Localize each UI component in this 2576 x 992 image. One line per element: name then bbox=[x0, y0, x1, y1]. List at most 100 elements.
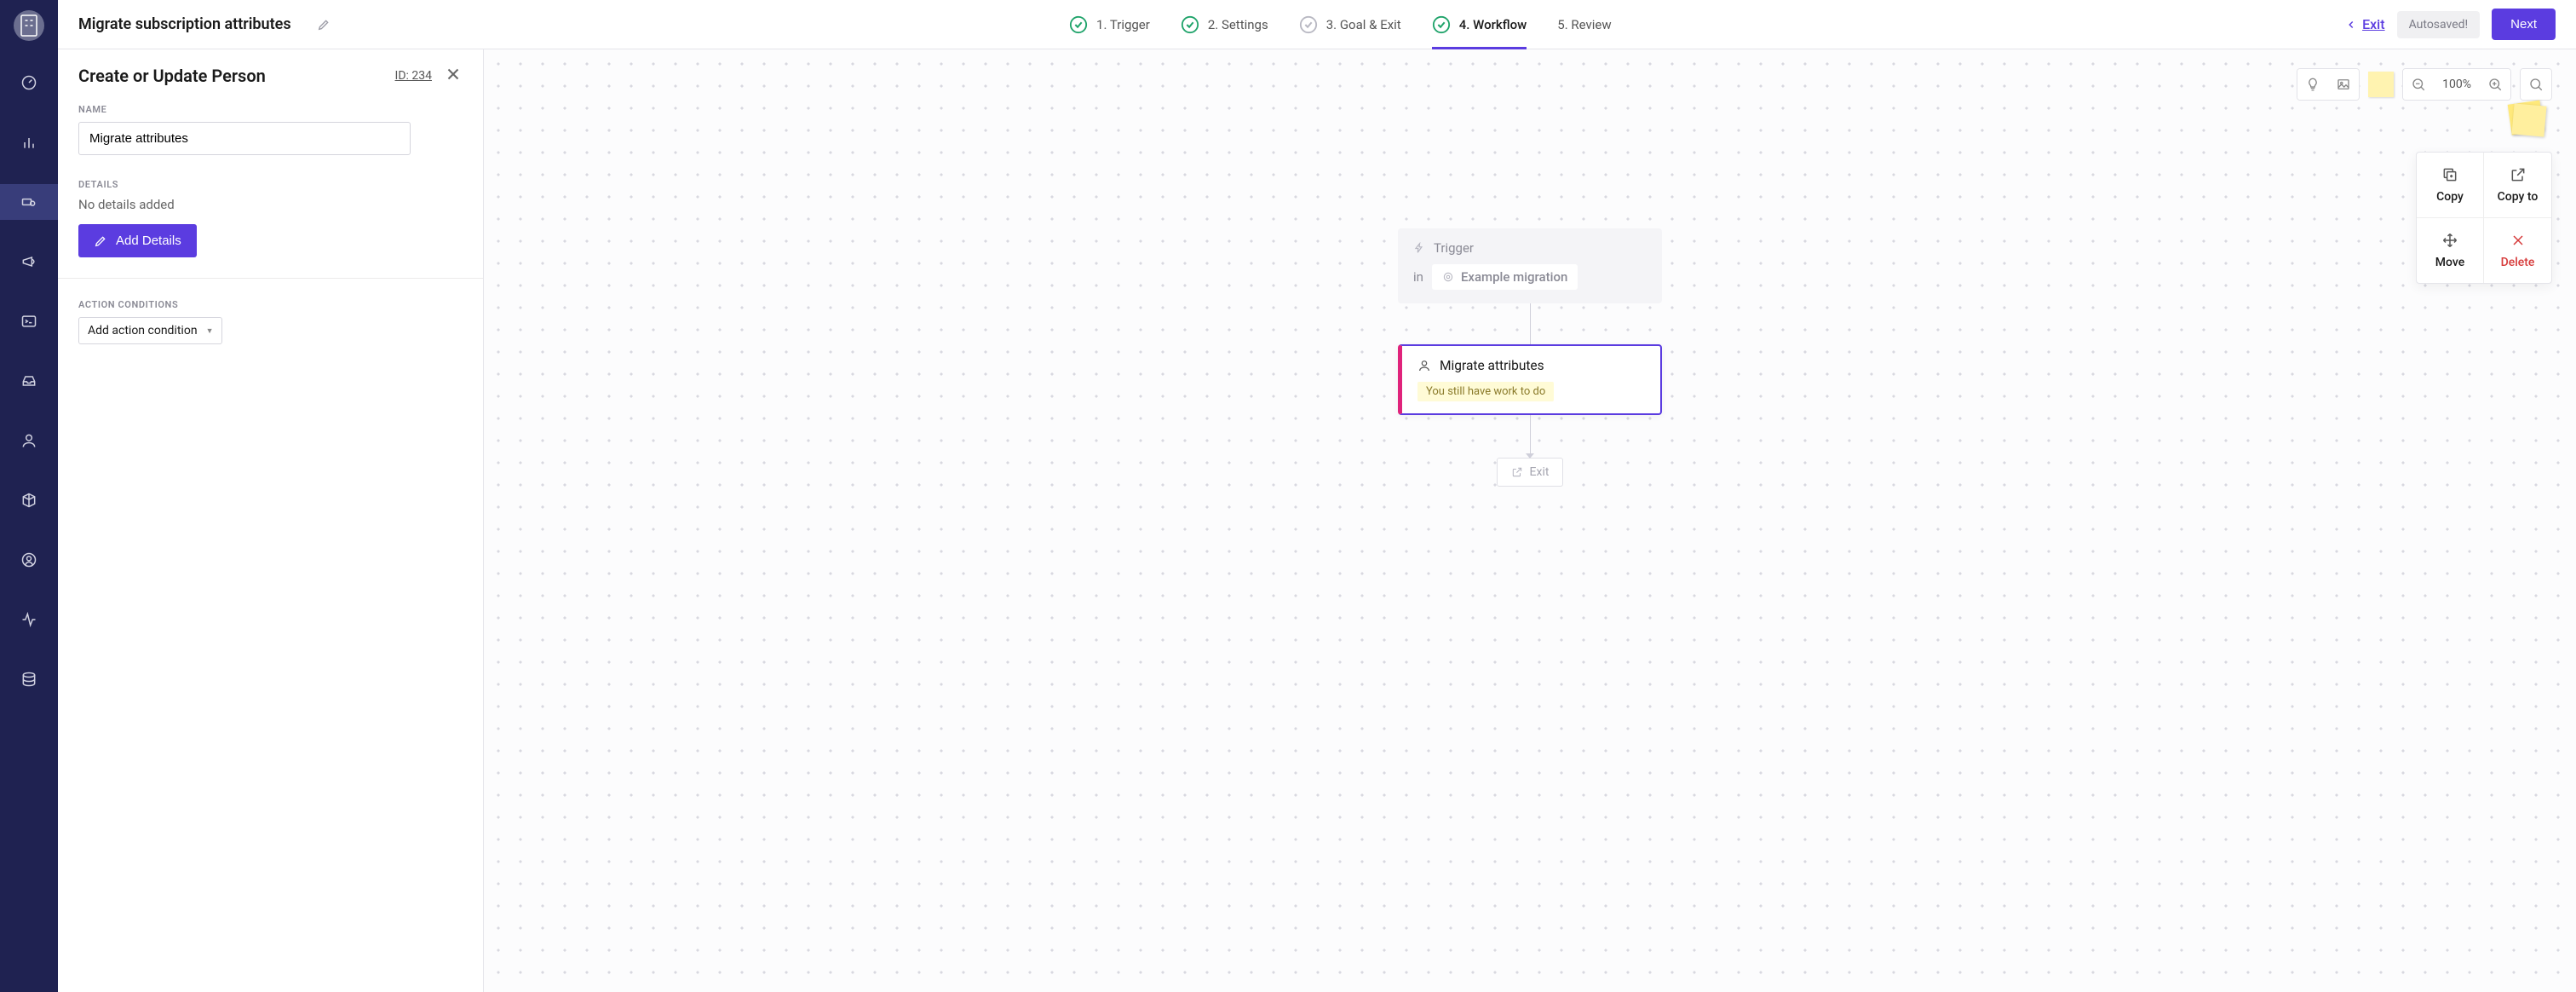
target-icon bbox=[1442, 271, 1454, 283]
name-label: NAME bbox=[78, 104, 463, 115]
cube-icon bbox=[20, 492, 37, 509]
topbar-actions: Exit Autosaved! Next bbox=[2345, 9, 2556, 40]
inbox-icon bbox=[20, 372, 37, 389]
segment-name: Example migration bbox=[1461, 269, 1567, 285]
search-canvas-button[interactable] bbox=[2521, 69, 2551, 100]
copy-label: Copy bbox=[2436, 190, 2464, 204]
exit-label: Exit bbox=[2362, 16, 2385, 32]
workspace-logo[interactable] bbox=[14, 10, 44, 41]
autosaved-badge: Autosaved! bbox=[2397, 11, 2481, 38]
step-label: 1. Trigger bbox=[1096, 17, 1150, 32]
check-circle-icon bbox=[1181, 15, 1199, 34]
move-icon bbox=[2441, 232, 2458, 249]
step-label: 4. Workflow bbox=[1459, 17, 1527, 32]
activity-icon bbox=[20, 611, 37, 628]
step-workflow[interactable]: 4. Workflow bbox=[1432, 0, 1527, 49]
nav-dashboard[interactable] bbox=[0, 65, 58, 101]
nav-terminal[interactable] bbox=[0, 303, 58, 339]
topbar: Migrate subscription attributes 1. Trigg… bbox=[58, 0, 2576, 49]
close-panel-button[interactable] bbox=[444, 65, 463, 87]
step-goal-exit[interactable]: 3. Goal & Exit bbox=[1299, 0, 1401, 49]
chevron-down-icon: ▼ bbox=[206, 326, 214, 336]
node-actions-menu: Copy Copy to Move Delete bbox=[2416, 152, 2552, 284]
exit-label: Exit bbox=[1530, 465, 1550, 479]
workflow-flow: Trigger in Example migration bbox=[1398, 228, 1662, 487]
empty-circle-icon bbox=[1299, 15, 1318, 34]
canvas-background bbox=[484, 49, 2576, 992]
edit-title-button[interactable] bbox=[312, 13, 336, 37]
panel-title: Create or Update Person bbox=[78, 66, 266, 86]
step-trigger[interactable]: 1. Trigger bbox=[1069, 0, 1150, 49]
connector bbox=[1530, 415, 1531, 458]
nav-campaigns[interactable] bbox=[0, 184, 58, 220]
zoom-out-button[interactable] bbox=[2403, 69, 2434, 100]
node-id-link[interactable]: ID: 234 bbox=[395, 69, 432, 83]
move-label: Move bbox=[2435, 256, 2464, 269]
step-label: 2. Settings bbox=[1208, 17, 1268, 32]
person-icon bbox=[1417, 359, 1431, 372]
pencil-icon bbox=[317, 18, 331, 32]
nav-segments[interactable] bbox=[0, 542, 58, 578]
step-settings[interactable]: 2. Settings bbox=[1181, 0, 1268, 49]
delete-label: Delete bbox=[2501, 256, 2535, 269]
name-input[interactable] bbox=[78, 122, 411, 155]
details-empty-text: No details added bbox=[78, 197, 463, 212]
chevron-left-icon bbox=[2345, 19, 2357, 31]
truck-target-icon bbox=[20, 193, 37, 211]
check-circle-icon bbox=[1432, 15, 1451, 34]
lightbulb-icon bbox=[2305, 77, 2320, 92]
image-button[interactable] bbox=[2328, 69, 2359, 100]
step-review[interactable]: 5. Review bbox=[1557, 0, 1611, 49]
sticky-note-stack[interactable] bbox=[2510, 102, 2547, 136]
page-title: Migrate subscription attributes bbox=[78, 15, 291, 33]
exit-link[interactable]: Exit bbox=[2345, 16, 2385, 32]
person-icon bbox=[20, 432, 37, 449]
nav-activity[interactable] bbox=[0, 602, 58, 637]
building-icon bbox=[14, 10, 44, 41]
action-conditions-label: ACTION CONDITIONS bbox=[78, 299, 463, 310]
zoom-level: 100% bbox=[2434, 69, 2480, 100]
add-details-button[interactable]: Add Details bbox=[78, 224, 197, 257]
nav-analytics[interactable] bbox=[0, 124, 58, 160]
close-icon bbox=[444, 65, 463, 84]
step-label: 3. Goal & Exit bbox=[1326, 17, 1401, 32]
gauge-icon bbox=[20, 74, 37, 91]
nav-rail bbox=[0, 0, 58, 992]
action-name: Migrate attributes bbox=[1440, 358, 1544, 373]
external-link-icon bbox=[1511, 466, 1523, 478]
wizard-steps: 1. Trigger 2. Settings 3. Goal & Exit 4.… bbox=[349, 0, 2332, 49]
move-button[interactable]: Move bbox=[2417, 218, 2484, 283]
sticky-note-icon bbox=[2512, 103, 2547, 136]
trigger-label: Trigger bbox=[1434, 240, 1474, 256]
nav-people[interactable] bbox=[0, 423, 58, 459]
add-condition-select[interactable]: Add action condition ▼ bbox=[78, 317, 222, 344]
pencil-icon bbox=[94, 234, 107, 248]
connector bbox=[1530, 303, 1531, 344]
segment-in-label: in bbox=[1413, 269, 1423, 285]
delete-button[interactable]: Delete bbox=[2484, 218, 2551, 283]
workflow-canvas[interactable]: 100% Copy bbox=[484, 49, 2576, 992]
database-icon bbox=[20, 671, 37, 688]
copy-button[interactable]: Copy bbox=[2417, 153, 2484, 218]
nav-broadcasts[interactable] bbox=[0, 244, 58, 280]
add-note-button[interactable] bbox=[2368, 72, 2394, 97]
canvas-toolbar: 100% bbox=[2297, 68, 2552, 101]
bar-chart-icon bbox=[20, 134, 37, 151]
megaphone-icon bbox=[20, 253, 37, 270]
copy-to-button[interactable]: Copy to bbox=[2484, 153, 2551, 218]
segment-chip[interactable]: Example migration bbox=[1432, 264, 1578, 290]
hints-button[interactable] bbox=[2297, 69, 2328, 100]
next-button[interactable]: Next bbox=[2492, 9, 2556, 40]
external-link-icon bbox=[2510, 166, 2527, 183]
check-circle-icon bbox=[1069, 15, 1088, 34]
trigger-node[interactable]: Trigger in Example migration bbox=[1398, 228, 1662, 303]
action-node-selected[interactable]: Migrate attributes You still have work t… bbox=[1398, 344, 1662, 415]
nav-inbox[interactable] bbox=[0, 363, 58, 399]
exit-node[interactable]: Exit bbox=[1497, 458, 1564, 487]
copy-to-label: Copy to bbox=[2498, 190, 2539, 204]
zoom-out-icon bbox=[2411, 77, 2426, 92]
copy-icon bbox=[2441, 166, 2458, 183]
zoom-in-button[interactable] bbox=[2480, 69, 2510, 100]
nav-data[interactable] bbox=[0, 661, 58, 697]
nav-content[interactable] bbox=[0, 482, 58, 518]
